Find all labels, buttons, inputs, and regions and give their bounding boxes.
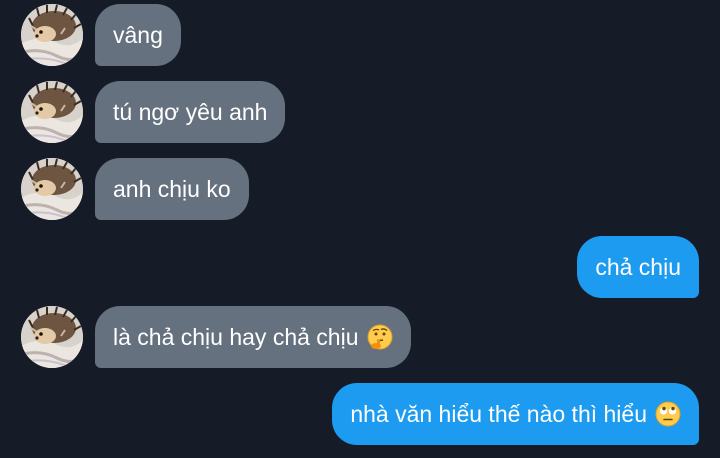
- incoming-message-bubble[interactable]: là chả chịu hay chả chịu: [95, 306, 411, 368]
- incoming-message-bubble[interactable]: anh chịu ko: [95, 158, 249, 220]
- outgoing-message-bubble[interactable]: nhà văn hiểu thế nào thì hiểu: [332, 383, 699, 445]
- rolling-eyes-emoji-icon: [655, 401, 681, 427]
- hedgehog-photo-avatar-icon: [21, 158, 83, 220]
- hedgehog-photo-avatar-icon: [21, 4, 83, 66]
- avatar[interactable]: [21, 158, 83, 220]
- avatar[interactable]: [21, 81, 83, 143]
- chat-thread: vâng tú ngơ yêu anh anh chịu ko chả chịu…: [0, 0, 720, 458]
- message-text: anh chịu ko: [113, 175, 231, 202]
- incoming-message-bubble[interactable]: vâng: [95, 4, 181, 66]
- avatar[interactable]: [21, 4, 83, 66]
- message-text: là chả chịu hay chả chịu: [113, 323, 359, 350]
- avatar[interactable]: [21, 306, 83, 368]
- thinking-face-emoji-icon: [366, 324, 393, 350]
- incoming-message-bubble[interactable]: tú ngơ yêu anh: [95, 81, 286, 143]
- message-text: nhà văn hiểu thế nào thì hiểu: [350, 400, 647, 427]
- message-text: vâng: [113, 21, 163, 48]
- message-text: tú ngơ yêu anh: [113, 98, 268, 125]
- outgoing-message-bubble[interactable]: chả chịu: [577, 236, 699, 298]
- message-text: chả chịu: [595, 253, 681, 280]
- hedgehog-photo-avatar-icon: [21, 306, 83, 368]
- hedgehog-photo-avatar-icon: [21, 81, 83, 143]
